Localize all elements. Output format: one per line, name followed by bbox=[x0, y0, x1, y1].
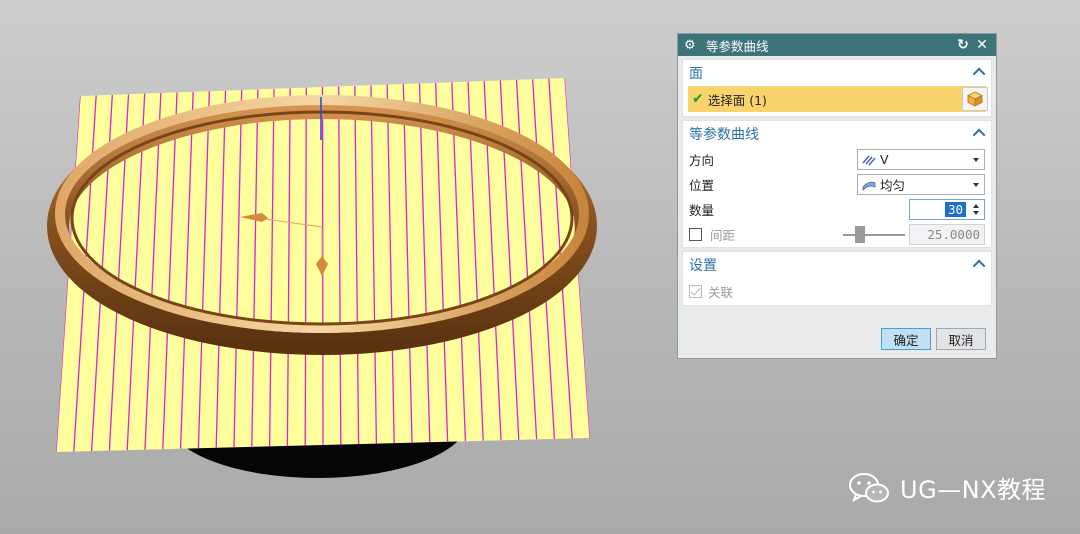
associative-label: 关联 bbox=[708, 285, 734, 300]
position-value: 均匀 bbox=[880, 178, 906, 193]
dialog-titlebar[interactable]: ⚙ 等参数曲线 ↻ ✕ bbox=[678, 34, 996, 56]
watermark-text: UG—NX教程 bbox=[900, 476, 1047, 504]
curve-section: 等参数曲线 方向 V 位置 均匀 数量 30 间距 25.0000 bbox=[682, 120, 992, 248]
direction-v-icon bbox=[862, 155, 876, 165]
count-row: 数量 30 bbox=[683, 197, 991, 222]
checkmark-icon: ✔ bbox=[692, 91, 704, 107]
curve-section-header[interactable]: 等参数曲线 bbox=[683, 121, 991, 147]
uniform-icon bbox=[862, 181, 876, 191]
dropdown-arrow-icon bbox=[973, 183, 979, 187]
count-label: 数量 bbox=[689, 203, 715, 218]
count-input[interactable]: 30 bbox=[944, 202, 966, 217]
settings-section-header[interactable]: 设置 bbox=[683, 252, 991, 278]
associative-checkbox[interactable] bbox=[689, 285, 702, 298]
settings-section-title: 设置 bbox=[689, 258, 717, 274]
face-selector-button[interactable] bbox=[962, 87, 988, 111]
face-section: 面 ✔ 选择面 (1) bbox=[682, 59, 992, 117]
cube-icon bbox=[967, 91, 983, 107]
collapse-caret-icon[interactable] bbox=[976, 66, 985, 81]
close-icon[interactable]: ✕ bbox=[974, 37, 990, 53]
direction-label: 方向 bbox=[689, 153, 715, 168]
spacing-checkbox[interactable] bbox=[689, 228, 702, 241]
isoparametric-curve-dialog: ⚙ 等参数曲线 ↻ ✕ 面 ✔ 选择面 (1) 等参数曲线 方向 V 位置 均匀… bbox=[677, 33, 997, 359]
collapse-caret-icon[interactable] bbox=[976, 127, 985, 142]
position-dropdown[interactable]: 均匀 bbox=[857, 174, 985, 195]
watermark: UG—NX教程 bbox=[848, 470, 1046, 505]
slider-thumb[interactable] bbox=[855, 226, 865, 243]
select-face-row[interactable]: ✔ 选择面 (1) bbox=[688, 86, 988, 112]
spacing-row: 间距 25.0000 bbox=[683, 222, 991, 247]
face-section-header[interactable]: 面 bbox=[683, 60, 991, 86]
reset-icon[interactable]: ↻ bbox=[955, 37, 971, 53]
associative-row: 关联 bbox=[683, 278, 991, 305]
settings-section: 设置 关联 bbox=[682, 251, 992, 306]
face-section-title: 面 bbox=[689, 66, 703, 82]
direction-value: V bbox=[880, 152, 889, 167]
spacing-field[interactable]: 25.0000 bbox=[909, 224, 985, 245]
curve-section-title: 等参数曲线 bbox=[689, 127, 759, 143]
dialog-title: 等参数曲线 bbox=[706, 38, 769, 54]
position-label: 位置 bbox=[689, 178, 715, 193]
spin-arrows-icon[interactable] bbox=[972, 202, 982, 217]
gear-icon: ⚙ bbox=[684, 37, 696, 53]
collapse-caret-icon[interactable] bbox=[976, 258, 985, 273]
cancel-button[interactable]: 取消 bbox=[936, 328, 986, 350]
direction-row: 方向 V bbox=[683, 147, 991, 172]
count-stepper[interactable]: 30 bbox=[909, 199, 985, 220]
dropdown-arrow-icon bbox=[973, 158, 979, 162]
position-row: 位置 均匀 bbox=[683, 172, 991, 197]
spacing-slider[interactable] bbox=[843, 224, 905, 245]
ok-button[interactable]: 确定 bbox=[881, 328, 931, 350]
dialog-buttons: 确定 取消 bbox=[881, 328, 986, 350]
direction-dropdown[interactable]: V bbox=[857, 149, 985, 170]
wechat-icon bbox=[849, 472, 889, 502]
select-face-label: 选择面 (1) bbox=[707, 92, 767, 108]
